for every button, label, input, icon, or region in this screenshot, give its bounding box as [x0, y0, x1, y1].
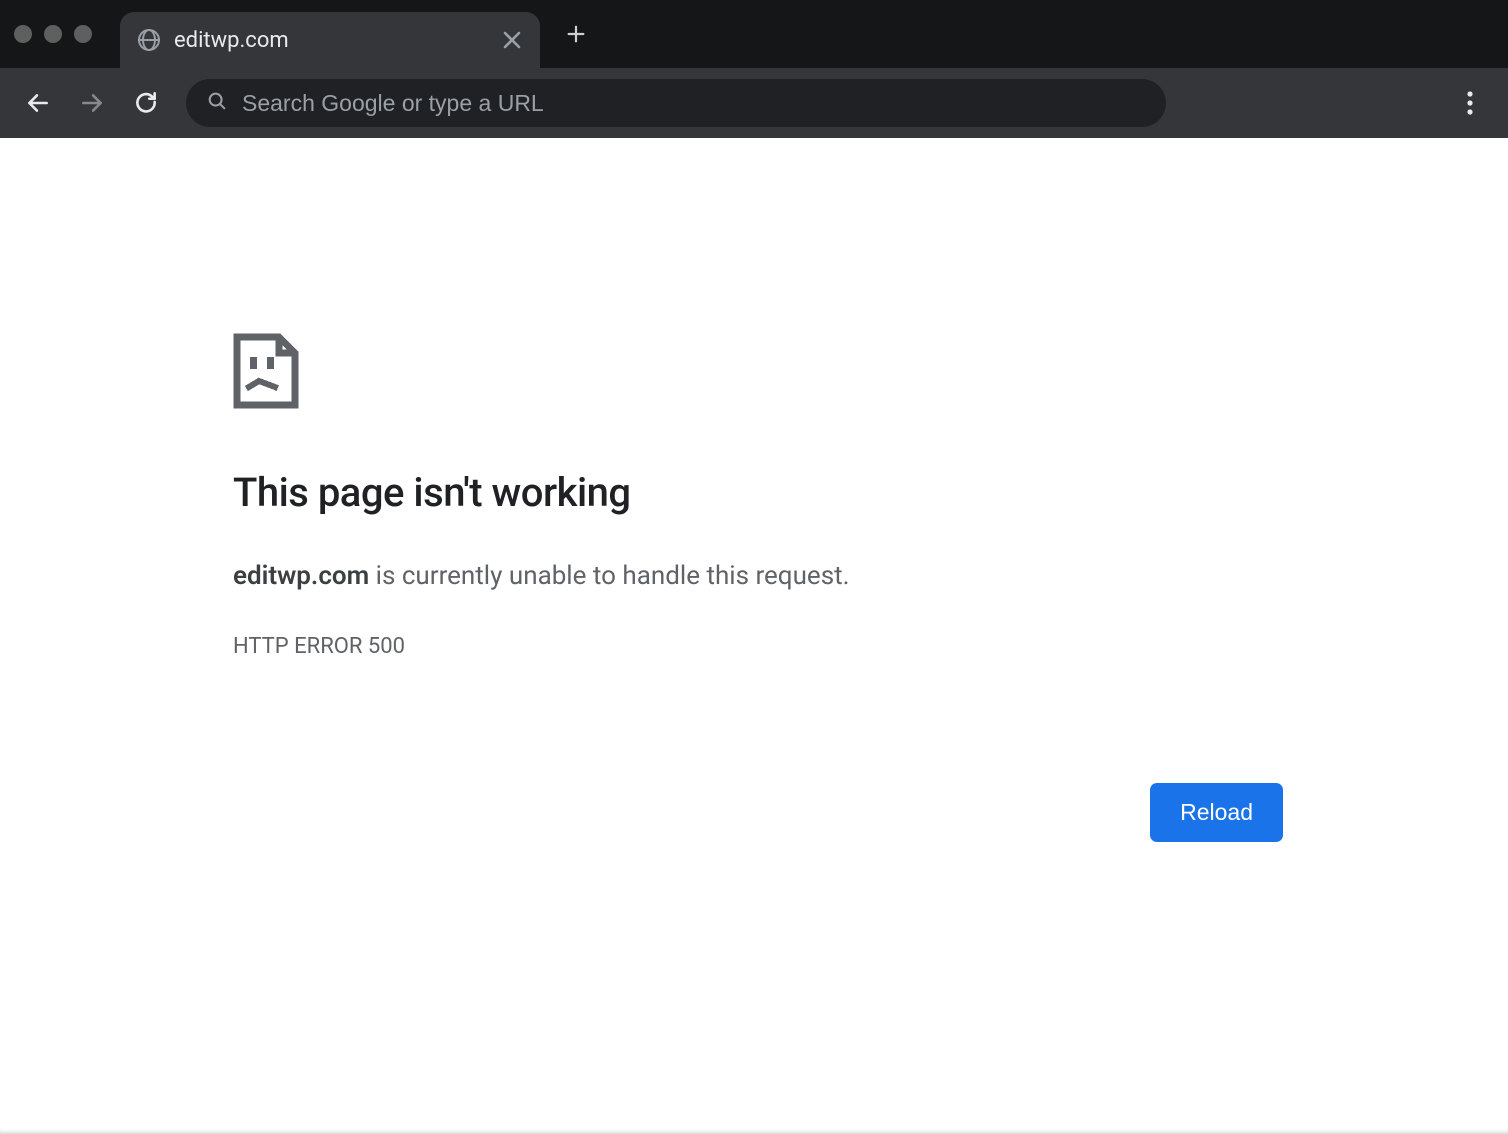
- window-controls[interactable]: [14, 25, 92, 43]
- toolbar: [0, 68, 1508, 138]
- maximize-window-dot[interactable]: [74, 25, 92, 43]
- close-tab-icon[interactable]: [498, 26, 526, 54]
- error-message: editwp.com is currently unable to handle…: [233, 558, 1283, 594]
- back-button[interactable]: [18, 83, 58, 123]
- error-container: This page isn't working editwp.com is cu…: [233, 333, 1283, 659]
- error-heading: This page isn't working: [233, 469, 1283, 516]
- sad-page-icon: [233, 333, 299, 409]
- close-window-dot[interactable]: [14, 25, 32, 43]
- tab-title: editwp.com: [174, 28, 484, 53]
- browser-chrome: editwp.com: [0, 0, 1508, 138]
- error-code: HTTP ERROR 500: [233, 634, 1283, 659]
- new-tab-button[interactable]: [554, 12, 598, 56]
- search-icon: [206, 90, 228, 116]
- address-bar[interactable]: [186, 79, 1166, 127]
- minimize-window-dot[interactable]: [44, 25, 62, 43]
- tab-strip: editwp.com: [0, 0, 1508, 68]
- address-input[interactable]: [242, 90, 1146, 117]
- browser-tab[interactable]: editwp.com: [120, 12, 540, 68]
- error-domain: editwp.com: [233, 561, 369, 591]
- page-content: This page isn't working editwp.com is cu…: [0, 138, 1508, 1134]
- globe-icon: [138, 29, 160, 51]
- error-message-suffix: is currently unable to handle this reque…: [369, 561, 849, 591]
- reload-page-button[interactable]: Reload: [1150, 783, 1283, 842]
- reload-button[interactable]: [126, 83, 166, 123]
- forward-button[interactable]: [72, 83, 112, 123]
- browser-menu-button[interactable]: [1450, 83, 1490, 123]
